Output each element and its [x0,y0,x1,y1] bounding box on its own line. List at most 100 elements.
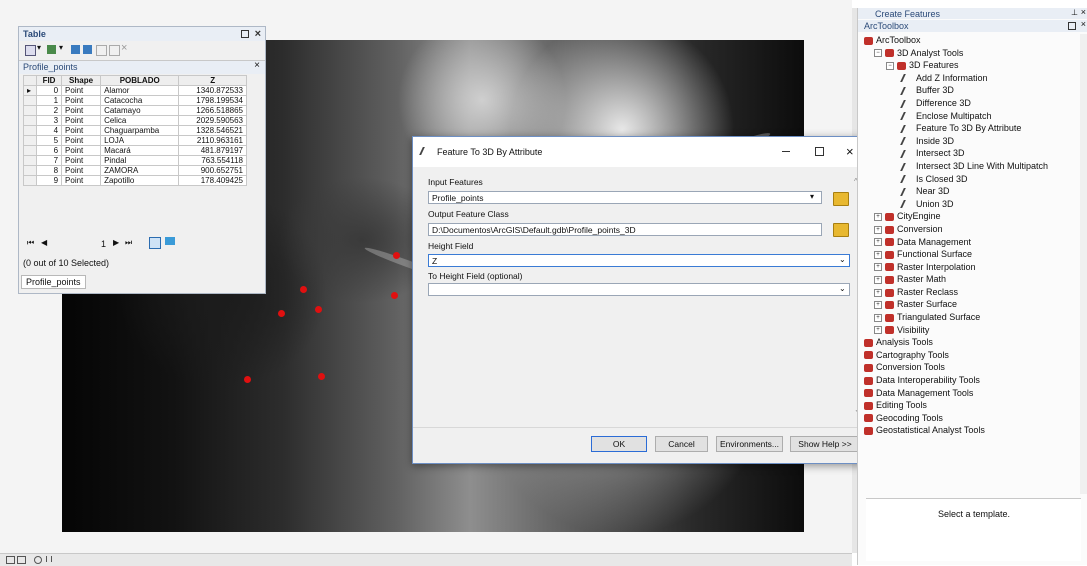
refresh-icon[interactable] [34,556,42,564]
current-record[interactable]: 1 [101,239,106,249]
attribute-table[interactable]: FID Shape POBLADO Z ▸ 0 Point Alamor 1340.87253… [23,75,247,186]
output-class-field[interactable]: D:\Documentos\ArcGIS\Default.gdb\Profile… [428,223,822,236]
close-icon[interactable]: × [1081,7,1086,17]
collapse-icon[interactable]: − [886,61,894,70]
close-tab-icon[interactable]: × [254,60,260,71]
row-selector[interactable] [23,155,37,166]
tree-item[interactable]: Is Closed 3D [864,173,1048,186]
expand-icon[interactable]: + [874,326,882,335]
tree-item[interactable]: + CityEngine [864,210,1048,223]
tree-item[interactable]: + Raster Interpolation [864,261,1048,274]
tree-item[interactable]: + Visibility [864,324,1048,337]
tree-item[interactable]: Geostatistical Analyst Tools [864,424,1048,437]
switch-selection-icon[interactable] [83,45,92,54]
last-record-icon[interactable]: ⏭ [125,238,132,248]
chevron-down-icon[interactable]: ▾ [37,43,41,52]
tree-item[interactable]: Add Z Information [864,72,1048,85]
close-icon[interactable]: × [255,27,261,41]
maximize-icon[interactable] [815,147,824,156]
table-row[interactable]: 3 Point Celica 2029.590563 [23,115,247,126]
feature-to-3d-dialog[interactable]: Feature To 3D By Attribute × Input Featu… [412,136,867,464]
close-icon[interactable]: × [1081,19,1086,29]
row-selector[interactable] [23,145,37,156]
table-row[interactable]: 7 Point Pindal 763.554118 [23,155,247,166]
profile-point[interactable] [318,373,325,380]
expand-icon[interactable]: + [874,275,882,284]
chevron-down-icon[interactable]: ⌄ [839,255,846,264]
profile-point[interactable] [315,306,322,313]
row-selector[interactable] [23,115,37,126]
table-window[interactable]: Table × ▾ ▾ × Profile_points × FID Shape P… [18,26,266,294]
expand-icon[interactable]: + [874,288,882,297]
show-selected-records-icon[interactable] [165,237,175,245]
expand-icon[interactable]: + [874,263,882,272]
tree-item[interactable]: + Raster Surface [864,298,1048,311]
table-row[interactable]: 9 Point Zapotillo 178.409425 [23,175,247,186]
profile-point[interactable] [300,286,307,293]
table-row[interactable]: ▸ 0 Point Alamor 1340.872533 [23,85,247,96]
toolbox-scrollbar[interactable] [1080,34,1087,494]
tree-item[interactable]: Enclose Multipatch [864,110,1048,123]
tree-item[interactable]: + Data Management [864,236,1048,249]
close-icon[interactable]: × [846,137,854,167]
tree-item[interactable]: Analysis Tools [864,336,1048,349]
height-field-select[interactable]: Z [428,254,850,267]
arctoolbox-titlebar[interactable]: ArcToolbox × [858,19,1087,32]
table-row[interactable]: 8 Point ZAMORA 900.652751 [23,165,247,176]
data-view-icon[interactable] [17,556,26,564]
chevron-down-icon[interactable]: ⌄ [839,284,846,293]
browse-folder-icon[interactable] [833,223,849,237]
tree-item[interactable]: Near 3D [864,185,1048,198]
pause-icon[interactable] [46,556,52,562]
expand-icon[interactable]: + [874,238,882,247]
profile-point[interactable] [244,376,251,383]
expand-icon[interactable]: + [874,301,882,310]
expand-icon[interactable]: + [874,225,882,234]
tree-item[interactable]: Intersect 3D [864,147,1048,160]
tree-item[interactable]: Editing Tools [864,399,1048,412]
tree-item[interactable]: Data Interoperability Tools [864,374,1048,387]
tree-item[interactable]: + Triangulated Surface [864,311,1048,324]
profile-point[interactable] [393,252,400,259]
profile-point[interactable] [391,292,398,299]
table-row[interactable]: 2 Point Catamayo 1266.518865 [23,105,247,116]
profile-point[interactable] [278,310,285,317]
show-help-button[interactable]: Show Help >> [790,436,860,452]
to-height-select[interactable] [428,283,850,296]
row-selector[interactable] [23,105,37,116]
row-selector[interactable]: ▸ [23,85,37,96]
table-row[interactable]: 4 Point Chaguarpamba 1328.546521 [23,125,247,136]
row-selector[interactable] [23,175,37,186]
expand-icon[interactable]: + [874,313,882,322]
table-row[interactable]: 6 Point Macará 481.879197 [23,145,247,156]
tree-item[interactable]: Inside 3D [864,135,1048,148]
row-selector[interactable] [23,165,37,176]
layout-view-icon[interactable] [6,556,15,564]
row-selector[interactable] [23,125,37,136]
environments-button[interactable]: Environments... [716,436,783,452]
collapse-icon[interactable]: − [874,49,882,58]
browse-folder-icon[interactable] [833,192,849,206]
tree-root[interactable]: ArcToolbox [864,34,1048,47]
tree-item[interactable]: Conversion Tools [864,361,1048,374]
previous-record-icon[interactable]: ◀ [41,238,47,247]
minimize-icon[interactable] [782,151,790,152]
tree-item[interactable]: Difference 3D [864,97,1048,110]
expand-icon[interactable]: + [874,212,882,221]
expand-icon[interactable]: + [874,250,882,259]
dialog-titlebar[interactable]: Feature To 3D By Attribute × [413,137,866,167]
column-header[interactable]: Shape [61,75,102,86]
bottom-table-tab[interactable]: Profile_points [21,275,86,289]
tree-item[interactable]: Intersect 3D Line With Multipatch [864,160,1048,173]
restore-icon[interactable] [1068,22,1076,30]
dropdown-arrow-icon[interactable]: ▾ [810,192,814,201]
tree-item[interactable]: + Functional Surface [864,248,1048,261]
row-selector[interactable] [23,135,37,146]
input-features-field[interactable]: Profile_points [428,191,822,204]
pin-icon[interactable]: ⊥ [1071,8,1078,17]
related-tables-icon[interactable] [47,45,56,54]
table-tab-header[interactable]: Profile_points × [19,60,265,74]
tree-3d-analyst[interactable]: −3D Analyst Tools [864,47,1048,60]
tree-item[interactable]: + Raster Math [864,273,1048,286]
row-selector[interactable] [23,95,37,106]
